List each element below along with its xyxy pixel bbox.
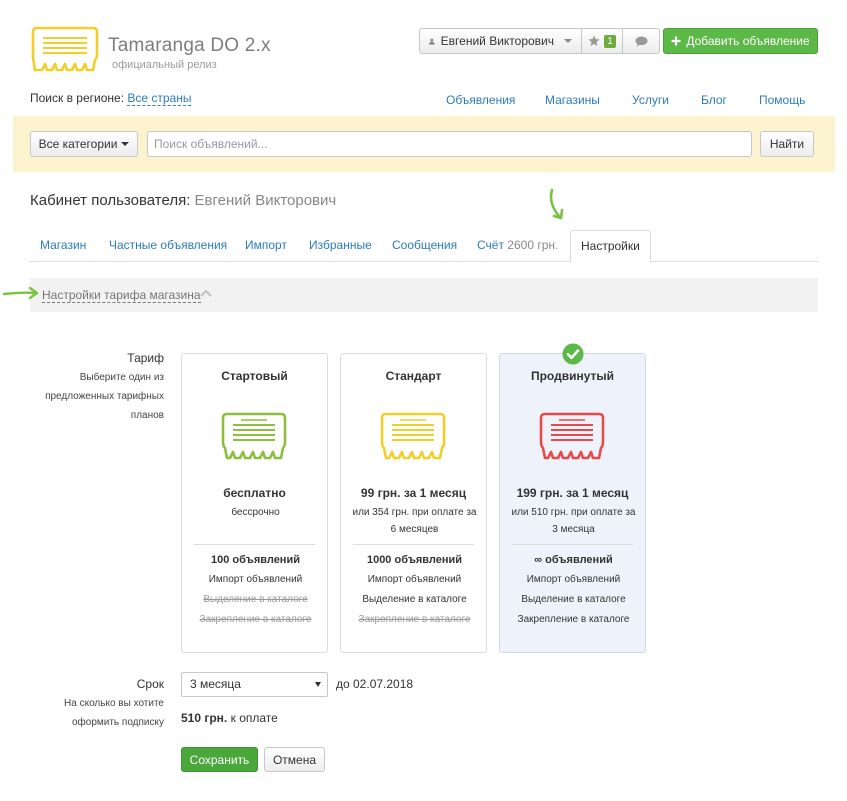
term-select[interactable]: 3 месяца bbox=[181, 672, 328, 697]
account-balance: 2600 грн. bbox=[507, 238, 559, 252]
term-title: Срок bbox=[136, 677, 164, 691]
tariff-label: Тариф Выберите один из предложенных тари… bbox=[24, 349, 164, 425]
pointer-arrow-icon bbox=[549, 188, 564, 220]
category-label: Все категории bbox=[38, 137, 118, 151]
divider bbox=[512, 544, 633, 545]
plus-icon bbox=[671, 36, 681, 46]
chat-icon bbox=[635, 36, 647, 46]
search-bar: Все категории Найти bbox=[13, 116, 835, 172]
region-label: Поиск в регионе: bbox=[30, 91, 125, 105]
add-listing-label: Добавить объявление bbox=[686, 34, 810, 48]
cabinet-tabs: Магазин Частные объявления Импорт Избран… bbox=[29, 230, 818, 263]
plan-ads-limit: 1000 объявлений bbox=[366, 554, 463, 566]
plan-feature-import: Импорт объявлений bbox=[526, 574, 621, 585]
brand-subtitle: официальный релиз bbox=[112, 59, 217, 71]
plan-name: Стандарт bbox=[385, 369, 442, 383]
tab-private-listings[interactable]: Частные объявления bbox=[109, 230, 227, 262]
tamaranga-logo[interactable] bbox=[29, 24, 101, 72]
category-dropdown[interactable]: Все категории bbox=[30, 131, 138, 157]
nav-shops[interactable]: Магазины bbox=[545, 93, 600, 107]
nav-help[interactable]: Помощь bbox=[759, 93, 805, 107]
selected-check-icon bbox=[562, 343, 584, 365]
add-listing-button[interactable]: Добавить объявление bbox=[663, 28, 818, 54]
tariff-hint: Выберите один из предложенных тарифных п… bbox=[45, 372, 164, 421]
favorites-button[interactable]: 1 bbox=[582, 28, 623, 54]
star-icon bbox=[588, 35, 600, 46]
payment-amount: 510 грн. к оплате bbox=[181, 711, 278, 725]
nav-services[interactable]: Услуги bbox=[632, 93, 669, 107]
plan-ads-limit: ∞ объявлений bbox=[534, 554, 613, 566]
user-toolbar: Евгений Викторович 1 bbox=[419, 28, 660, 54]
tab-account-label: Счёт bbox=[477, 238, 504, 252]
favorites-count: 1 bbox=[604, 34, 616, 48]
plan-name: Стартовый bbox=[221, 369, 288, 383]
section-header: Настройки тарифа магазина bbox=[30, 278, 818, 312]
region-link[interactable]: Все страны bbox=[127, 91, 192, 106]
tab-settings[interactable]: Настройки bbox=[570, 230, 651, 263]
messages-button[interactable] bbox=[623, 28, 660, 54]
plan-logo-icon bbox=[539, 412, 605, 460]
plan-feature-import: Импорт объявлений bbox=[208, 574, 303, 585]
plan-feature-pin: Закрепление в каталоге bbox=[517, 614, 630, 625]
chevron-down-icon bbox=[121, 142, 130, 146]
plan-feature-pin: Закрепление в каталоге bbox=[199, 614, 312, 625]
user-icon bbox=[429, 38, 435, 45]
plan-price: 99 грн. за 1 месяц bbox=[360, 486, 467, 500]
plan-price-note: бессрочно bbox=[231, 507, 280, 518]
plan-logo-icon bbox=[221, 412, 287, 460]
plan-price-note: или 354 грн. при оплате за 6 месяцев bbox=[352, 507, 477, 535]
plan-price-note: или 510 грн. при оплате за 3 месяца bbox=[511, 507, 636, 535]
page-title-user: Евгений Викторович bbox=[194, 192, 337, 209]
plan-feature-highlight: Выделение в каталоге bbox=[362, 594, 467, 605]
term-until-date: до 02.07.2018 bbox=[336, 677, 414, 691]
plan-card-start[interactable]: Стартовый бесплатно бессрочно 100 объявл… bbox=[181, 353, 328, 653]
tab-shop[interactable]: Магазин bbox=[40, 230, 86, 262]
chevron-down-icon bbox=[315, 682, 321, 687]
chevron-up-icon bbox=[200, 289, 212, 297]
brand-name: Tamaranga DO 2.x bbox=[108, 35, 271, 56]
term-value: 3 месяца bbox=[190, 677, 241, 691]
nav-blog[interactable]: Блог bbox=[701, 93, 727, 107]
plan-feature-pin: Закрепление в каталоге bbox=[358, 614, 471, 625]
tariff-settings-toggle[interactable]: Настройки тарифа магазина bbox=[42, 288, 201, 303]
tariff-title: Тариф bbox=[127, 351, 164, 365]
page-title: Кабинет пользователя: Евгений Викторович bbox=[30, 192, 336, 209]
term-hint: На сколько вы хотите оформить подписку bbox=[64, 698, 164, 728]
nav-listings[interactable]: Объявления bbox=[446, 93, 515, 107]
plan-logo-icon bbox=[380, 412, 446, 460]
plan-feature-import: Импорт объявлений bbox=[367, 574, 462, 585]
plan-feature-highlight: Выделение в каталоге bbox=[521, 594, 626, 605]
plan-price: 199 грн. за 1 месяц bbox=[516, 486, 629, 500]
page-title-label: Кабинет пользователя: bbox=[30, 192, 191, 209]
tab-import[interactable]: Импорт bbox=[245, 230, 287, 262]
user-menu-button[interactable]: Евгений Викторович bbox=[419, 28, 582, 54]
user-name: Евгений Викторович bbox=[440, 34, 554, 48]
region-selector: Поиск в регионе: Все страны bbox=[30, 91, 192, 106]
plan-price: бесплатно bbox=[223, 486, 286, 500]
plan-card-standard[interactable]: Стандарт 99 грн. за 1 месяц или 354 грн.… bbox=[340, 353, 487, 653]
cancel-button[interactable]: Отмена bbox=[264, 747, 325, 772]
tab-favorites[interactable]: Избранные bbox=[309, 230, 372, 262]
pointer-arrow-icon bbox=[2, 286, 39, 300]
divider bbox=[353, 544, 474, 545]
brand: Tamaranga DO 2.x официальный релиз bbox=[108, 35, 271, 71]
payment-sum: 510 грн. bbox=[181, 711, 228, 725]
chevron-down-icon bbox=[564, 39, 572, 43]
plan-name: Продвинутый bbox=[530, 369, 615, 383]
find-button[interactable]: Найти bbox=[760, 131, 814, 157]
plan-feature-highlight: Выделение в каталоге bbox=[203, 594, 308, 605]
plan-ads-limit: 100 объявлений bbox=[211, 554, 300, 566]
save-button[interactable]: Сохранить bbox=[181, 747, 258, 772]
payment-suffix: к оплате bbox=[230, 711, 278, 725]
tab-account[interactable]: Счёт 2600 грн. bbox=[477, 230, 558, 262]
search-input[interactable] bbox=[147, 131, 752, 157]
tab-messages[interactable]: Сообщения bbox=[392, 230, 457, 262]
term-label: Срок На сколько вы хотите оформить подпи… bbox=[24, 675, 164, 732]
divider bbox=[194, 544, 315, 545]
plan-card-advanced[interactable]: Продвинутый 199 грн. за 1 месяц или 510 … bbox=[499, 353, 646, 653]
